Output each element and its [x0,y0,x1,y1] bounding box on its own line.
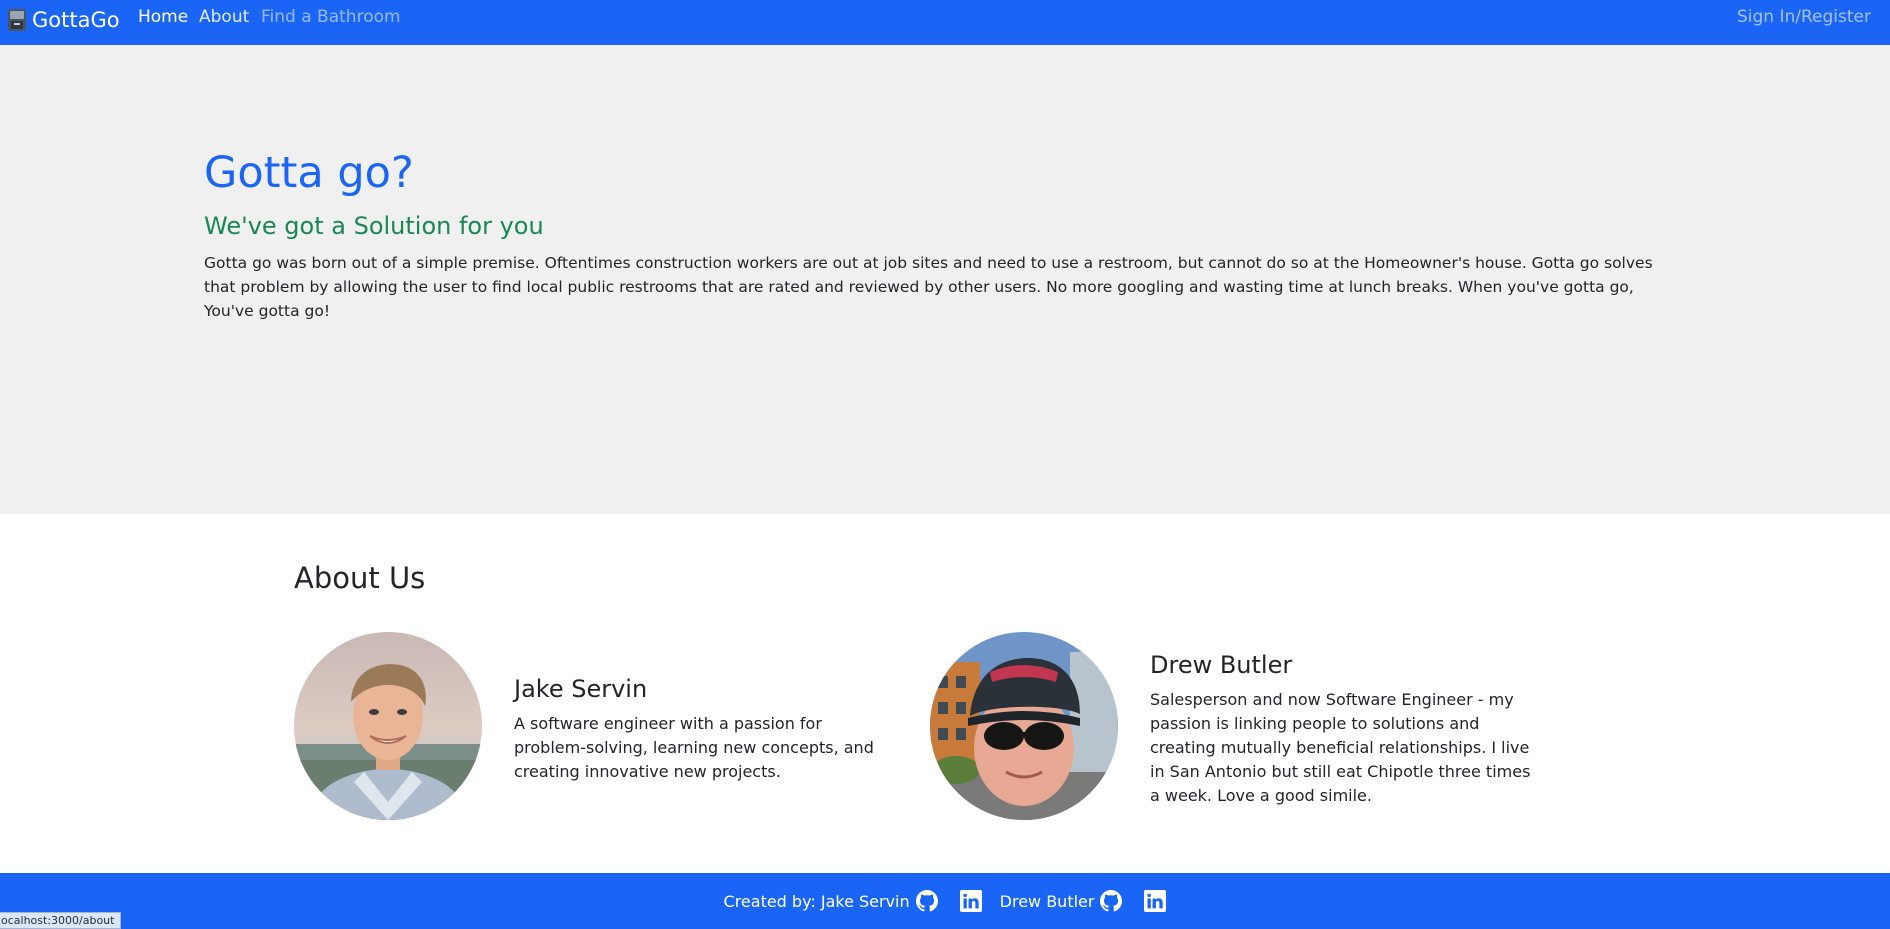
linkedin-icon[interactable] [959,890,982,912]
github-icon[interactable] [1100,890,1123,912]
drew-butler-photo [930,632,1118,820]
jake-servin-photo [294,632,482,820]
footer-second-name: Drew Butler [999,891,1095,911]
linkedin-icon[interactable] [1144,890,1167,912]
nav-link-about[interactable]: About [199,6,249,28]
footer: Created by: Jake Servin Drew Butler [0,873,1890,929]
about-us-heading: About Us [294,561,426,595]
footer-created-by: Created by: Jake Servin [723,891,910,911]
nav-link-find-bathroom[interactable]: Find a Bathroom [261,6,401,28]
sign-in-register-link[interactable]: Sign In/Register [1737,6,1890,28]
member-bio-drew: Salesperson and now Software Engineer - … [1150,690,1531,805]
toilet-icon [6,8,28,32]
top-navbar: GottaGo Home About Find a Bathroom Sign … [0,0,1890,45]
hero-title: Gotta go? [204,148,414,198]
brand-link[interactable]: GottaGo [6,5,120,35]
hero-subtitle: We've got a Solution for you [204,212,544,240]
member-name-drew: Drew Butler [1150,651,1293,679]
hero-section: Gotta go? We've got a Solution for you G… [0,45,1890,514]
member-name-jake: Jake Servin [514,675,648,703]
github-icon[interactable] [915,890,938,912]
member-bio-jake: A software engineer with a passion for p… [514,714,874,781]
status-bar-url: ocalhost:3000/about [0,912,122,929]
hero-description: Gotta go was born out of a simple premis… [204,254,1653,320]
brand-name: GottaGo [32,8,120,32]
nav-link-home[interactable]: Home [138,6,188,28]
